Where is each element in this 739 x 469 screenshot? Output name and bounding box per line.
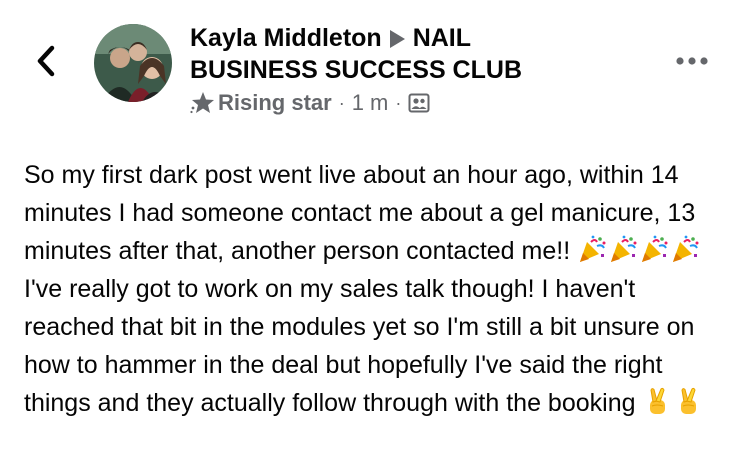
meta-separator-2: ·	[395, 92, 402, 113]
post-timestamp[interactable]: 1 m	[352, 90, 389, 116]
post-title: Kayla Middleton NAIL BUSINESS SUCCESS CLU…	[190, 22, 650, 86]
triangle-right-icon	[389, 30, 405, 48]
post-body: So my first dark post went live about an…	[24, 156, 724, 422]
more-options-button[interactable]	[672, 50, 712, 72]
back-button[interactable]	[30, 40, 64, 82]
avatar-photo	[94, 24, 172, 102]
party-popper-icon	[608, 234, 638, 264]
more-horizontal-icon	[676, 57, 708, 65]
star-icon	[190, 90, 216, 116]
group-name-line2[interactable]: BUSINESS SUCCESS CLUB	[190, 56, 522, 84]
crossed-fingers-emojis	[642, 386, 704, 417]
party-popper-icon	[639, 234, 669, 264]
group-name-line1[interactable]: NAIL	[413, 24, 471, 52]
author-name[interactable]: Kayla Middleton	[190, 24, 382, 52]
post-meta: Rising star · 1 m ·	[190, 88, 650, 118]
rising-star-badge[interactable]: Rising star	[218, 90, 332, 116]
party-popper-icon	[670, 234, 700, 264]
chevron-left-icon	[37, 45, 55, 77]
crossed-fingers-icon	[642, 386, 672, 416]
meta-separator: ·	[338, 92, 345, 113]
group-members-icon	[408, 92, 430, 114]
party-emojis	[577, 234, 701, 265]
party-popper-icon	[577, 234, 607, 264]
post-header: Kayla Middleton NAIL BUSINESS SUCCESS CLU…	[190, 22, 650, 118]
crossed-fingers-icon	[673, 386, 703, 416]
author-avatar[interactable]	[94, 24, 172, 102]
post-text-part2: I've really got to work on my sales talk…	[24, 275, 695, 417]
